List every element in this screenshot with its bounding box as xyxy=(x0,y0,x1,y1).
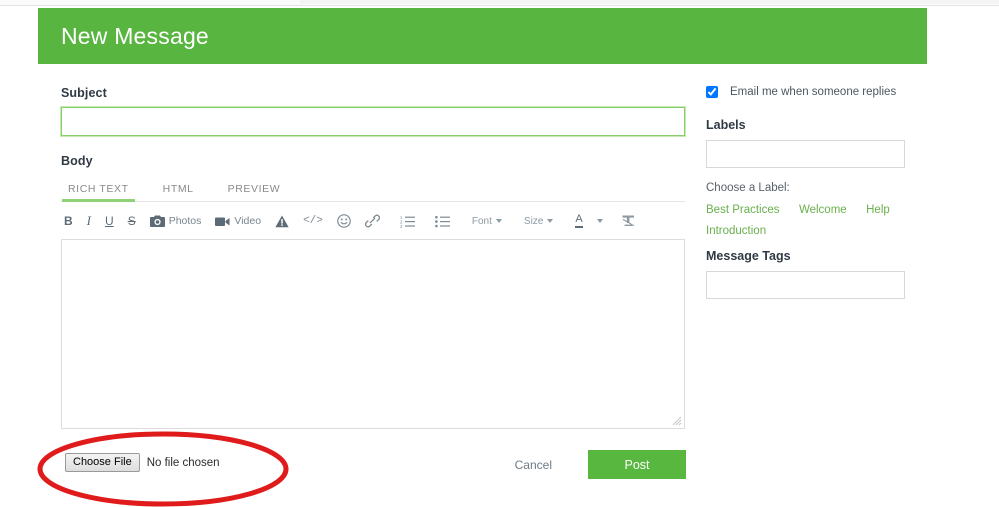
strikethrough-glyph: S xyxy=(127,214,136,228)
body-label: Body xyxy=(61,154,93,168)
page-header: New Message xyxy=(38,8,927,64)
photos-button[interactable]: Photos xyxy=(149,210,202,232)
editor-mode-tabs: RICH TEXT HTML PREVIEW xyxy=(61,176,685,202)
form-footer: Choose File No file chosen Cancel Post xyxy=(61,450,686,484)
browser-top-strip-right xyxy=(300,0,999,4)
underline-button[interactable]: U xyxy=(105,210,114,232)
bold-button[interactable]: B xyxy=(64,210,73,232)
code-glyph: </> xyxy=(303,215,323,227)
chevron-down-icon xyxy=(495,219,502,223)
video-camera-icon xyxy=(215,216,230,227)
subject-input[interactable] xyxy=(60,106,686,137)
text-color-dropdown[interactable] xyxy=(593,210,603,232)
label-option-welcome[interactable]: Welcome xyxy=(799,204,847,216)
file-upload-control: Choose File No file chosen xyxy=(65,453,220,472)
numbered-list-button[interactable]: 1 2 3 xyxy=(400,210,415,232)
label-options-list: Best Practices Welcome Help Introduction xyxy=(706,199,916,241)
post-button[interactable]: Post xyxy=(588,450,686,479)
smiley-icon xyxy=(337,214,351,228)
strikethrough-button[interactable]: S xyxy=(128,210,136,232)
italic-glyph: I xyxy=(86,213,92,228)
resize-handle-icon[interactable] xyxy=(670,414,682,426)
notify-row[interactable]: Email me when someone replies xyxy=(706,86,956,98)
alert-button[interactable] xyxy=(275,210,289,232)
page-title: New Message xyxy=(61,22,209,49)
choose-a-label-text: Choose a Label: xyxy=(706,182,790,194)
cancel-button[interactable]: Cancel xyxy=(509,457,558,473)
link-icon xyxy=(364,214,380,228)
message-tags-heading: Message Tags xyxy=(706,249,791,263)
size-dropdown[interactable]: Size xyxy=(523,210,554,232)
text-color-glyph: A xyxy=(575,214,583,228)
editor-toolbar: B I U S Photos Video </> 1 2 3 Font Size… xyxy=(61,206,685,236)
choose-file-button[interactable]: Choose File xyxy=(65,453,140,472)
code-button[interactable]: </> xyxy=(303,210,323,232)
bullet-list-button[interactable] xyxy=(434,210,450,232)
clear-format-icon xyxy=(621,214,636,228)
subject-label: Subject xyxy=(61,86,107,100)
clear-formatting-button[interactable] xyxy=(621,210,636,232)
message-tags-input[interactable] xyxy=(706,271,905,299)
message-options-sidebar: Email me when someone replies Labels Cho… xyxy=(706,86,956,299)
video-button[interactable]: Video xyxy=(215,210,261,232)
text-color-button[interactable]: A xyxy=(575,210,583,232)
notify-checkbox[interactable] xyxy=(706,86,718,98)
font-dropdown[interactable]: Font xyxy=(472,210,502,232)
chevron-down-icon xyxy=(596,219,603,223)
tab-rich-text[interactable]: RICH TEXT xyxy=(62,183,135,202)
tab-preview[interactable]: PREVIEW xyxy=(228,183,281,201)
label-option-introduction[interactable]: Introduction xyxy=(706,225,766,237)
notify-label: Email me when someone replies xyxy=(730,86,897,98)
unordered-list-icon xyxy=(434,215,450,228)
photos-label: Photos xyxy=(168,215,202,227)
font-dropdown-label: Font xyxy=(471,215,492,227)
italic-button[interactable]: I xyxy=(87,210,91,232)
chevron-down-icon xyxy=(547,219,554,223)
tab-html[interactable]: HTML xyxy=(163,183,194,201)
video-label: Video xyxy=(234,215,262,227)
link-button[interactable] xyxy=(364,210,380,232)
bold-glyph: B xyxy=(64,214,73,228)
size-dropdown-label: Size xyxy=(523,215,544,227)
ordered-list-icon: 1 2 3 xyxy=(400,215,415,228)
labels-input[interactable] xyxy=(706,140,905,168)
svg-text:3: 3 xyxy=(400,224,403,228)
no-file-chosen-text: No file chosen xyxy=(146,456,220,469)
body-editor-area[interactable] xyxy=(61,239,685,429)
underline-glyph: U xyxy=(105,214,114,228)
labels-heading: Labels xyxy=(706,118,746,132)
message-form-column: Subject Body RICH TEXT HTML PREVIEW B I … xyxy=(60,86,686,429)
warning-triangle-icon xyxy=(275,215,289,228)
label-option-help[interactable]: Help xyxy=(866,204,890,216)
camera-icon xyxy=(149,215,165,228)
emoji-button[interactable] xyxy=(337,210,351,232)
label-option-best-practices[interactable]: Best Practices xyxy=(706,204,780,216)
